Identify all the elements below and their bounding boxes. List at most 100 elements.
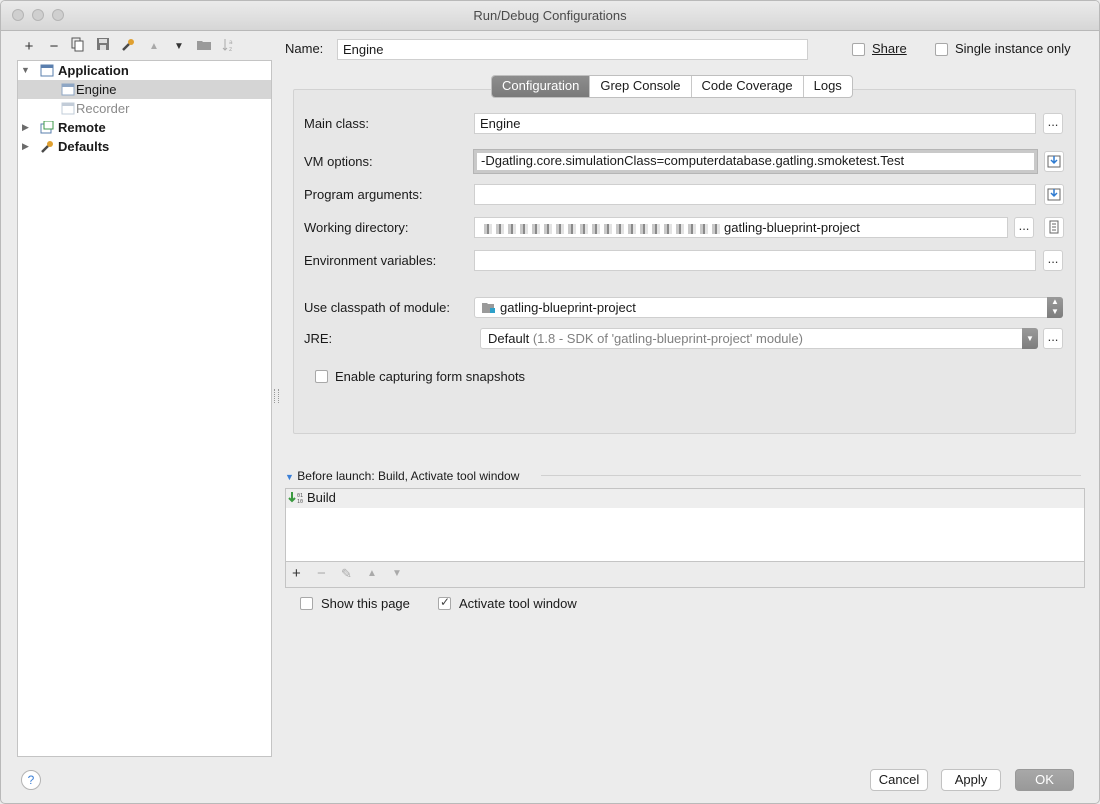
run-debug-dialog: Run/Debug Configurations + − ▲ ▼ az ▼ Ap…: [0, 0, 1100, 804]
show-this-page-label: Show this page: [321, 596, 410, 611]
jre-label: JRE:: [304, 331, 333, 346]
move-task-down-button[interactable]: ▼: [392, 568, 402, 579]
main-class-field[interactable]: Engine: [474, 113, 1036, 134]
svg-text:10: 10: [297, 499, 303, 505]
svg-text:a: a: [229, 39, 233, 46]
expand-arrow-icon[interactable]: ▼: [21, 61, 31, 80]
tree-label-remote: Remote: [58, 120, 106, 135]
remove-task-button[interactable]: −: [317, 565, 326, 582]
expanded-triangle-icon: ▼: [285, 472, 294, 482]
remove-configuration-button[interactable]: −: [44, 37, 64, 57]
jre-value: Default (1.8 - SDK of 'gatling-blueprint…: [488, 329, 803, 348]
tree-label-recorder: Recorder: [76, 101, 130, 116]
add-task-button[interactable]: +: [292, 565, 301, 582]
jre-browse-button[interactable]: ...: [1043, 328, 1063, 349]
edit-task-pencil-icon[interactable]: ✎: [341, 566, 352, 582]
before-launch-toolbar: + − ✎ ▲ ▼: [286, 561, 1084, 587]
splitter-handle[interactable]: [274, 389, 279, 403]
main-class-label: Main class:: [304, 116, 370, 131]
tree-node-recorder[interactable]: Recorder: [18, 99, 271, 118]
program-arguments-field[interactable]: [474, 184, 1036, 205]
working-directory-field[interactable]: gatling-blueprint-project: [474, 217, 1008, 238]
before-launch-list[interactable]: 01 10 Build + − ✎ ▲ ▼: [285, 488, 1085, 588]
chevron-updown-icon: ▲ ▼: [1047, 297, 1063, 318]
tree-node-application[interactable]: ▼ Application: [18, 61, 271, 80]
help-button[interactable]: ?: [21, 770, 41, 790]
apply-button[interactable]: Apply: [941, 769, 1001, 791]
tab-logs[interactable]: Logs: [804, 76, 852, 97]
working-directory-browse-button[interactable]: ...: [1014, 217, 1034, 238]
build-label: Build: [307, 490, 336, 505]
copy-configuration-icon[interactable]: [68, 37, 88, 57]
tree-node-remote[interactable]: ▶ Remote: [18, 118, 271, 137]
share-label: Share: [872, 41, 907, 56]
tree-node-engine[interactable]: Engine: [18, 80, 271, 99]
tree-label-application: Application: [58, 63, 129, 78]
tree-label-engine: Engine: [76, 82, 117, 97]
tab-grep-console[interactable]: Grep Console: [590, 76, 692, 97]
program-arguments-label: Program arguments:: [304, 187, 423, 202]
config-tabs: Configuration Grep Console Code Coverage…: [491, 75, 853, 98]
classpath-module-select[interactable]: gatling-blueprint-project ▲ ▼: [474, 297, 1063, 318]
move-up-button[interactable]: ▲: [144, 37, 164, 57]
cancel-button[interactable]: Cancel: [870, 769, 928, 791]
list-item[interactable]: 01 10 Build: [286, 489, 1084, 508]
collapsed-arrow-icon[interactable]: ▶: [22, 137, 32, 156]
before-launch-title: Before launch: Build, Activate tool wind…: [297, 469, 520, 483]
show-this-page-checkbox[interactable]: [300, 597, 313, 610]
save-configuration-icon[interactable]: [93, 37, 113, 57]
before-launch-header[interactable]: ▼ Before launch: Build, Activate tool wi…: [285, 469, 519, 483]
title-bar: Run/Debug Configurations: [1, 1, 1099, 31]
main-class-browse-button[interactable]: ...: [1043, 113, 1063, 134]
jre-select[interactable]: Default (1.8 - SDK of 'gatling-blueprint…: [480, 328, 1038, 349]
collapsed-arrow-icon[interactable]: ▶: [22, 118, 32, 137]
tree-node-defaults[interactable]: ▶ Defaults: [18, 137, 271, 156]
remote-icon: [40, 121, 54, 134]
share-label-text: Share: [872, 41, 907, 56]
activate-tool-window-checkbox[interactable]: [438, 595, 451, 610]
single-instance-checkbox[interactable]: [935, 43, 948, 56]
name-label: Name:: [285, 41, 324, 56]
working-directory-label: Working directory:: [304, 220, 409, 235]
configuration-tree[interactable]: ▼ Application Engine Recorder ▶ Remote ▶…: [17, 60, 272, 757]
name-field[interactable]: Engine: [337, 39, 808, 60]
working-directory-value: gatling-blueprint-project: [724, 220, 860, 235]
share-checkbox[interactable]: [852, 43, 865, 56]
jre-default: Default: [488, 331, 530, 346]
sort-icon[interactable]: az: [219, 37, 239, 57]
separator-line: [541, 475, 1081, 476]
enable-snapshots-checkbox[interactable]: [315, 370, 328, 383]
application-icon: [40, 64, 54, 77]
environment-variables-label: Environment variables:: [304, 253, 437, 268]
single-instance-label: Single instance only: [955, 41, 1071, 56]
tree-label-defaults: Defaults: [58, 139, 110, 154]
chevron-down-icon: ▼: [1022, 328, 1038, 349]
engine-config-icon: [61, 83, 75, 96]
tab-code-coverage[interactable]: Code Coverage: [692, 76, 804, 97]
classpath-module-label: Use classpath of module:: [304, 300, 450, 315]
environment-variables-browse-button[interactable]: ...: [1043, 250, 1063, 271]
window-title: Run/Debug Configurations: [473, 8, 627, 23]
ok-button[interactable]: OK: [1015, 769, 1074, 791]
recorder-config-icon: [61, 102, 75, 115]
working-directory-macro-icon[interactable]: [1044, 217, 1064, 238]
add-configuration-button[interactable]: +: [19, 37, 39, 57]
environment-variables-field[interactable]: [474, 250, 1036, 271]
move-down-button[interactable]: ▼: [169, 37, 189, 57]
move-task-up-button[interactable]: ▲: [367, 568, 377, 579]
vm-options-expand-icon[interactable]: [1044, 151, 1064, 172]
folder-icon[interactable]: [194, 37, 214, 57]
classpath-module-value: gatling-blueprint-project: [500, 300, 636, 315]
program-arguments-expand-icon[interactable]: [1044, 184, 1064, 205]
vm-options-field[interactable]: -Dgatling.core.simulationClass=computerd…: [473, 149, 1038, 174]
defaults-wrench-icon: [41, 141, 53, 153]
vm-options-label: VM options:: [304, 154, 373, 169]
tab-configuration[interactable]: Configuration: [492, 76, 591, 97]
activate-tool-window-label: Activate tool window: [459, 596, 577, 611]
build-icon: 0110: [288, 492, 303, 505]
module-folder-icon: [482, 303, 495, 313]
jre-detail: (1.8 - SDK of 'gatling-blueprint-project…: [532, 331, 803, 346]
redacted-path-blur: [480, 223, 724, 234]
edit-defaults-wrench-icon[interactable]: [118, 37, 138, 57]
svg-text:z: z: [229, 46, 232, 53]
